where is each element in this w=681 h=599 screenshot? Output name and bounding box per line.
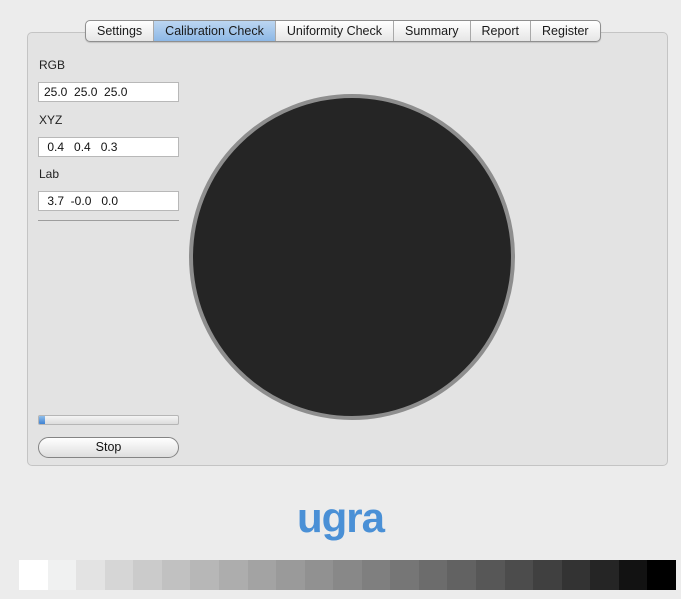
measurement-patch — [189, 94, 515, 420]
gray-step — [276, 560, 305, 590]
gray-step — [247, 560, 277, 590]
tab-bar: Settings Calibration Check Uniformity Ch… — [85, 20, 601, 42]
gray-step — [561, 560, 591, 590]
tab-register[interactable]: Register — [531, 21, 600, 41]
gray-step — [218, 560, 248, 590]
gray-step — [133, 560, 162, 590]
lab-label: Lab — [39, 167, 60, 181]
gray-step — [104, 560, 134, 590]
tab-summary[interactable]: Summary — [394, 21, 471, 41]
xyz-label: XYZ — [39, 113, 63, 127]
gray-step — [476, 560, 505, 590]
gray-step — [618, 560, 648, 590]
ugra-logo: ugra — [296, 494, 385, 541]
gray-step — [304, 560, 334, 590]
rgb-field: 25.0 25.0 25.0 — [38, 82, 179, 102]
xyz-field: 0.4 0.4 0.3 — [38, 137, 179, 157]
divider — [38, 220, 179, 221]
gray-step — [590, 560, 619, 590]
tab-calibration-check[interactable]: Calibration Check — [154, 21, 276, 41]
gray-step — [161, 560, 191, 590]
progress-fill — [39, 416, 45, 424]
tab-report[interactable]: Report — [471, 21, 532, 41]
gray-step — [533, 560, 562, 590]
stop-button[interactable]: Stop — [38, 437, 179, 458]
tab-settings[interactable]: Settings — [86, 21, 155, 41]
lab-field: 3.7 -0.0 0.0 — [38, 191, 179, 211]
progress-bar — [38, 415, 179, 425]
gray-step — [190, 560, 219, 590]
gray-step — [47, 560, 77, 590]
gray-step — [647, 560, 676, 590]
gray-step — [19, 560, 48, 590]
gray-step — [333, 560, 362, 590]
gray-step — [76, 560, 105, 590]
gray-step — [504, 560, 534, 590]
gray-step — [361, 560, 391, 590]
rgb-label: RGB — [39, 58, 66, 72]
gray-step — [390, 560, 419, 590]
gray-step — [447, 560, 476, 590]
tab-uniformity-check[interactable]: Uniformity Check — [276, 21, 395, 41]
gray-wedge — [19, 560, 676, 590]
gray-step — [418, 560, 448, 590]
